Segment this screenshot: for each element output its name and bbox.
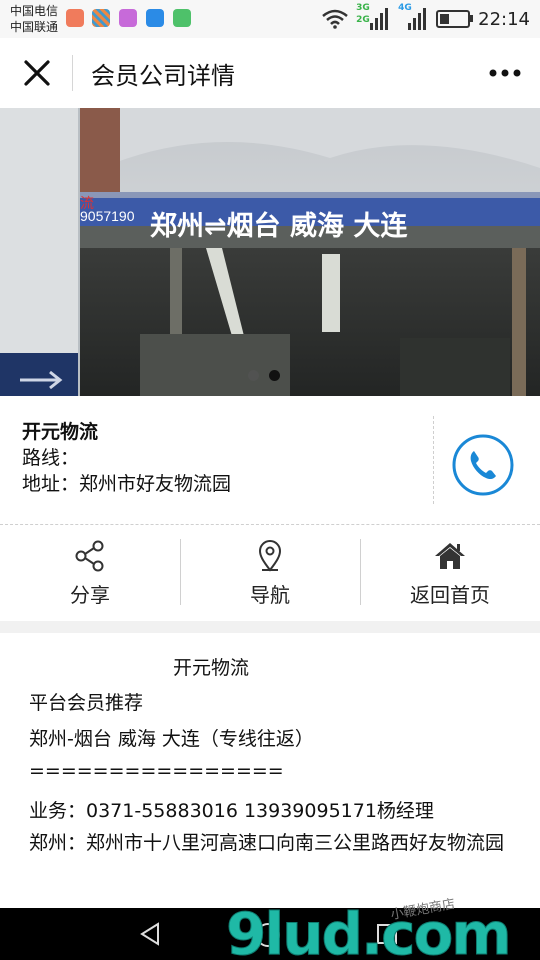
home-button[interactable]: 返回首页 (360, 525, 540, 621)
signal-bars-icon (370, 8, 389, 30)
network-type-label: 2G (356, 15, 370, 25)
carousel-indicators (248, 370, 280, 381)
description-line: 业务：0371-55883016 13939095171杨经理 (29, 800, 434, 822)
signal-2: 4G (398, 3, 428, 32)
carrier-labels: 中国电信 中国联通 (10, 3, 58, 35)
photo-carousel[interactable]: 9057190 流 郑州⇌烟台 威海 大连 (0, 108, 540, 396)
signal-1: 3G 2G (356, 3, 390, 32)
description-line: 郑州：郑州市十八里河高速口向南三公里路西好友物流园 (29, 832, 505, 854)
navigate-label: 导航 (250, 582, 290, 607)
notification-app-icon (66, 9, 84, 27)
status-time: 22:14 (478, 8, 530, 30)
status-right: 3G 2G 4G 22:14 (322, 3, 530, 32)
notification-app-icon (92, 9, 110, 27)
notification-app-icon (119, 9, 137, 27)
company-info: 开元物流 路线： 地址：郑州市好友物流园 (0, 396, 540, 525)
section-gap (0, 621, 540, 633)
status-bar: 中国电信 中国联通 3G 2G 4G 22:14 (0, 0, 540, 38)
carousel-dot[interactable] (248, 370, 259, 381)
description-line: 平台会员推荐 (29, 692, 144, 714)
notification-app-icon (173, 9, 191, 27)
watermark-logo: 9lud.com (226, 900, 510, 960)
banner-photo: 9057190 流 郑州⇌烟台 威海 大连 (0, 108, 540, 396)
home-label: 返回首页 (410, 582, 490, 607)
banner-sign-text: 郑州⇌烟台 威海 大连 (150, 210, 408, 242)
share-label: 分享 (70, 582, 110, 607)
close-button[interactable] (18, 54, 56, 92)
location-pin-icon (258, 539, 282, 572)
carousel-dot-active[interactable] (269, 370, 280, 381)
company-address: 地址：郑州市好友物流园 (22, 473, 232, 495)
share-button[interactable]: 分享 (0, 525, 180, 621)
site-watermark: 小鞭炮商店 9lud.com (226, 897, 513, 960)
company-description: 开元物流 平台会员推荐 郑州-烟台 威海 大连（专线往返） ==========… (0, 633, 540, 908)
description-title: 开元物流 (173, 657, 250, 679)
description-separator: ================ (29, 760, 284, 782)
back-icon[interactable] (138, 922, 162, 946)
navigate-button[interactable]: 导航 (180, 525, 360, 621)
info-divider (433, 416, 434, 504)
carrier-1: 中国电信 (10, 4, 59, 18)
signal-bars-icon (408, 8, 427, 30)
title-divider (72, 55, 73, 91)
company-route: 路线： (22, 447, 80, 469)
carrier-2: 中国联通 (10, 20, 59, 34)
notification-app-icon (146, 9, 164, 27)
banner-left-fragment: 流 (80, 195, 94, 211)
home-icon (435, 542, 465, 569)
title-bar: 会员公司详情 (0, 38, 540, 109)
network-type-label: 3G (356, 3, 370, 13)
action-row: 分享 导航 返回首页 (0, 525, 540, 621)
share-icon (75, 540, 104, 571)
company-name: 开元物流 (22, 421, 99, 443)
phone-icon (470, 451, 496, 480)
call-button[interactable] (452, 434, 514, 496)
page-title: 会员公司详情 (91, 62, 235, 90)
battery-icon (436, 10, 474, 28)
more-options-button[interactable] (488, 60, 522, 86)
wifi-icon (322, 9, 348, 29)
description-line: 郑州-烟台 威海 大连（专线往返） (29, 728, 314, 750)
